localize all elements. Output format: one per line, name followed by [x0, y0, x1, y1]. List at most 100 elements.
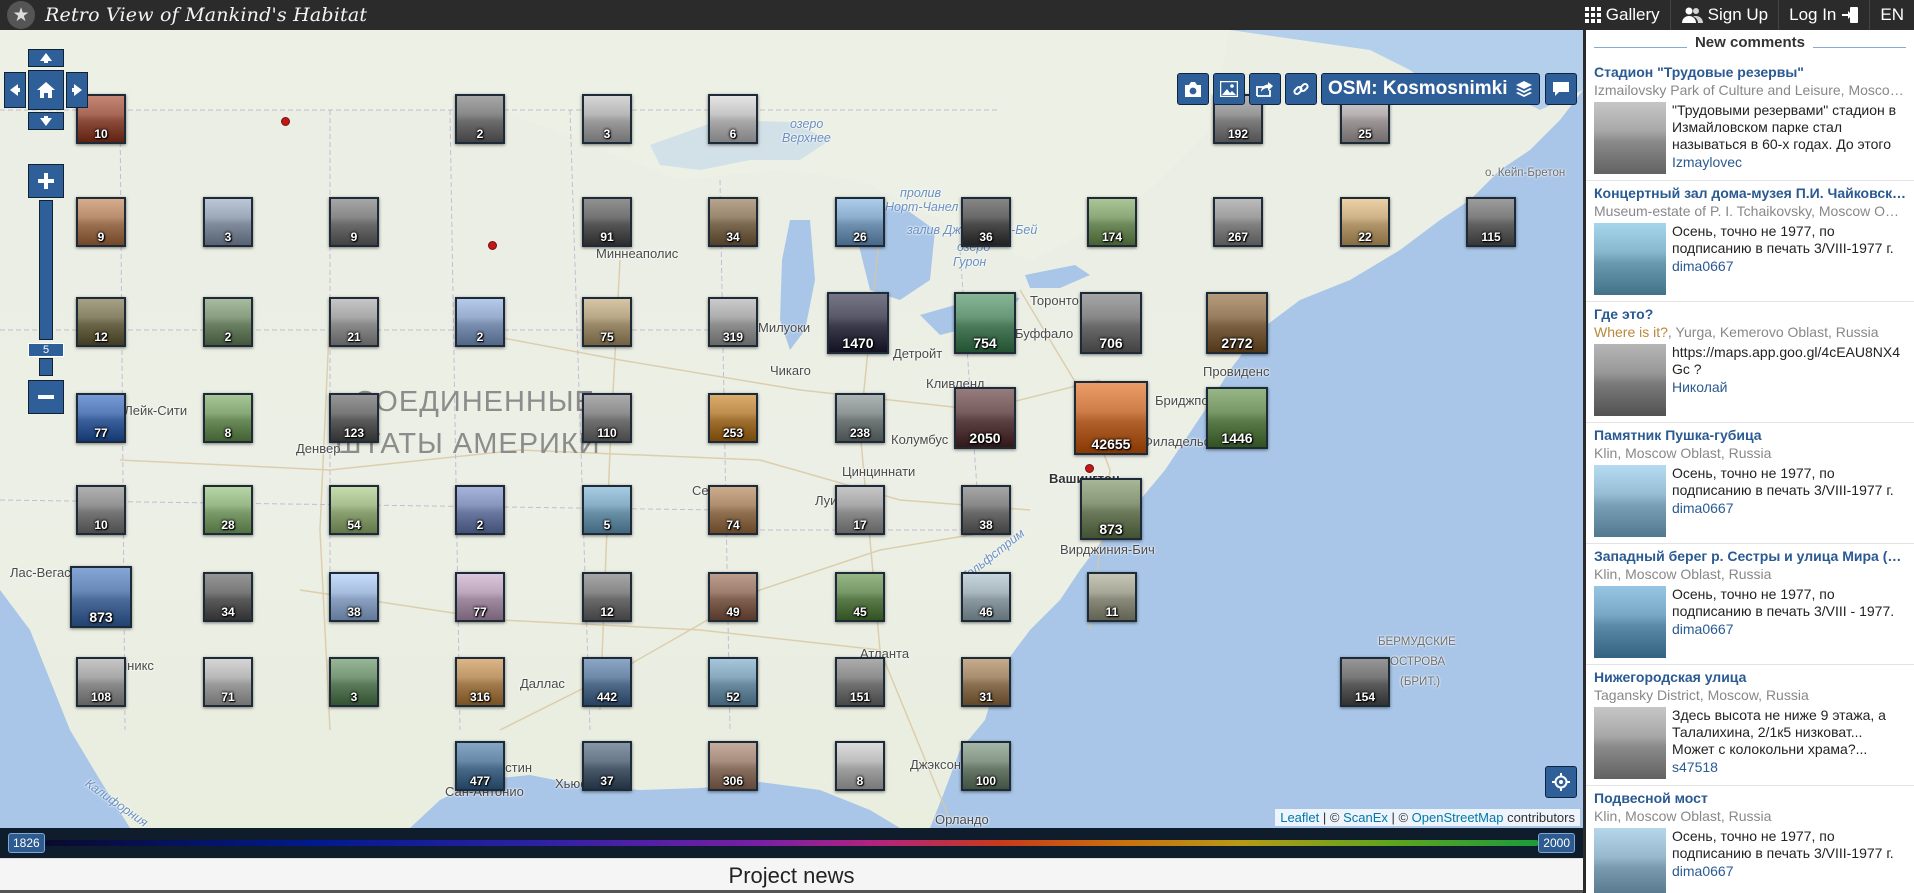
timeline-start-year[interactable]: 1826 — [8, 833, 45, 853]
comment-title[interactable]: Западный берег р. Сестры и улица Мира (в… — [1594, 548, 1906, 564]
photo-cluster[interactable]: 873 — [70, 566, 132, 628]
comment-user-link[interactable]: dima0667 — [1672, 258, 1906, 274]
photo-cluster[interactable]: 77 — [455, 572, 505, 622]
photo-cluster[interactable]: 12 — [582, 572, 632, 622]
comment-user-link[interactable]: s47518 — [1672, 759, 1906, 775]
logo-star-icon[interactable]: ★ — [7, 1, 35, 29]
photo-cluster[interactable]: 151 — [835, 657, 885, 707]
share-button[interactable] — [1249, 73, 1281, 105]
photo-cluster[interactable]: 154 — [1340, 657, 1390, 707]
photo-cluster[interactable]: 26 — [835, 197, 885, 247]
pan-up-button[interactable] — [28, 49, 64, 67]
photo-cluster[interactable]: 1446 — [1206, 387, 1268, 449]
zoom-slider-track[interactable] — [39, 200, 53, 340]
photo-cluster[interactable]: 9 — [76, 197, 126, 247]
photo-cluster[interactable]: 71 — [203, 657, 253, 707]
photo-cluster[interactable]: 74 — [708, 485, 758, 535]
leaflet-link[interactable]: Leaflet — [1280, 810, 1319, 825]
comments-toggle-button[interactable] — [1545, 73, 1577, 105]
comment-user-link[interactable]: dima0667 — [1672, 621, 1906, 637]
photo-cluster[interactable]: 1470 — [827, 292, 889, 354]
comment-thumbnail[interactable] — [1594, 586, 1666, 658]
photo-cluster[interactable]: 100 — [961, 741, 1011, 791]
photo-cluster[interactable]: 46 — [961, 572, 1011, 622]
painting-mode-button[interactable] — [1213, 73, 1245, 105]
photo-cluster[interactable]: 2 — [455, 485, 505, 535]
comment-title[interactable]: Где это? — [1594, 306, 1906, 322]
photo-cluster[interactable]: 316 — [455, 657, 505, 707]
photo-cluster[interactable]: 2 — [203, 297, 253, 347]
openstreetmap-link[interactable]: OpenStreetMap — [1412, 810, 1504, 825]
photo-cluster[interactable]: 174 — [1087, 197, 1137, 247]
pan-down-button[interactable] — [28, 112, 64, 130]
photo-cluster[interactable]: 2 — [455, 297, 505, 347]
comment-thumbnail[interactable] — [1594, 344, 1666, 416]
photo-cluster[interactable]: 110 — [582, 393, 632, 443]
photo-cluster[interactable]: 21 — [329, 297, 379, 347]
photo-cluster[interactable]: 17 — [835, 485, 885, 535]
pan-right-button[interactable] — [66, 72, 88, 108]
photo-cluster[interactable]: 28 — [203, 485, 253, 535]
site-title[interactable]: Retro View of Mankind's Habitat — [45, 4, 367, 26]
photo-cluster[interactable]: 38 — [329, 572, 379, 622]
photo-cluster[interactable]: 54 — [329, 485, 379, 535]
photo-cluster[interactable]: 52 — [708, 657, 758, 707]
comment-user-link[interactable]: Izmaylovec — [1672, 154, 1906, 170]
zoom-in-button[interactable] — [28, 164, 64, 198]
comment-title[interactable]: Подвесной мост — [1594, 790, 1906, 806]
photo-cluster[interactable]: 10 — [76, 485, 126, 535]
timeline-end-year[interactable]: 2000 — [1538, 833, 1575, 853]
comment-user-link[interactable]: Николай — [1672, 379, 1906, 395]
photo-cluster[interactable]: 91 — [582, 197, 632, 247]
photo-cluster[interactable]: 306 — [708, 741, 758, 791]
scanex-link[interactable]: ScanEx — [1343, 810, 1388, 825]
photo-cluster[interactable]: 12 — [76, 297, 126, 347]
gallery-link[interactable]: Gallery — [1575, 0, 1670, 30]
comment-title[interactable]: Памятник Пушка-губица — [1594, 427, 1906, 443]
zoom-slider-track-lower[interactable] — [39, 358, 53, 376]
language-switch[interactable]: EN — [1869, 0, 1914, 30]
comment-title[interactable]: Нижегородская улица — [1594, 669, 1906, 685]
comment-thumbnail[interactable] — [1594, 828, 1666, 893]
photo-cluster[interactable]: 49 — [708, 572, 758, 622]
photo-cluster[interactable]: 238 — [835, 393, 885, 443]
photo-cluster[interactable]: 123 — [329, 393, 379, 443]
photo-cluster[interactable]: 2 — [455, 94, 505, 144]
photo-cluster[interactable]: 42655 — [1074, 381, 1148, 455]
comment-title[interactable]: Стадион "Трудовые резервы" — [1594, 64, 1906, 80]
photo-cluster[interactable]: 11 — [1087, 572, 1137, 622]
photo-cluster[interactable]: 319 — [708, 297, 758, 347]
comment-user-link[interactable]: dima0667 — [1672, 500, 1906, 516]
photo-cluster[interactable]: 5 — [582, 485, 632, 535]
comment-title[interactable]: Концертный зал дома-музея П.И. Чайковско… — [1594, 185, 1906, 201]
photo-cluster[interactable]: 754 — [954, 292, 1016, 354]
photo-cluster[interactable]: 267 — [1213, 197, 1263, 247]
comment-user-link[interactable]: dima0667 — [1672, 863, 1906, 879]
photo-cluster[interactable]: 2772 — [1206, 292, 1268, 354]
project-news-heading[interactable]: Project news — [0, 863, 1583, 889]
photo-cluster[interactable]: 22 — [1340, 197, 1390, 247]
timeline-color-bar[interactable] — [44, 840, 1539, 846]
pan-left-button[interactable] — [4, 72, 26, 108]
photo-cluster[interactable]: 45 — [835, 572, 885, 622]
photo-cluster[interactable]: 9 — [329, 197, 379, 247]
photo-cluster[interactable]: 2050 — [954, 387, 1016, 449]
map[interactable]: СОЕДИНЕННЫЕ ШТАТЫ АМЕРИКИ озеро Верхнее … — [0, 30, 1583, 828]
photo-cluster[interactable]: 253 — [708, 393, 758, 443]
photo-mode-button[interactable] — [1177, 73, 1209, 105]
photo-cluster[interactable]: 115 — [1466, 197, 1516, 247]
photo-cluster[interactable]: 34 — [708, 197, 758, 247]
comment-thumbnail[interactable] — [1594, 707, 1666, 779]
locate-button[interactable] — [1545, 766, 1577, 798]
photo-marker[interactable] — [488, 241, 497, 250]
log-in-link[interactable]: Log In — [1778, 0, 1869, 30]
photo-cluster[interactable]: 8 — [203, 393, 253, 443]
photo-cluster[interactable]: 75 — [582, 297, 632, 347]
comment-thumbnail[interactable] — [1594, 465, 1666, 537]
photo-cluster[interactable]: 706 — [1080, 292, 1142, 354]
photo-cluster[interactable]: 3 — [203, 197, 253, 247]
layer-select-button[interactable]: OSM: Kosmosnimki — [1321, 73, 1541, 105]
photo-cluster[interactable]: 34 — [203, 572, 253, 622]
photo-cluster[interactable]: 8 — [835, 741, 885, 791]
photo-cluster[interactable]: 477 — [455, 741, 505, 791]
